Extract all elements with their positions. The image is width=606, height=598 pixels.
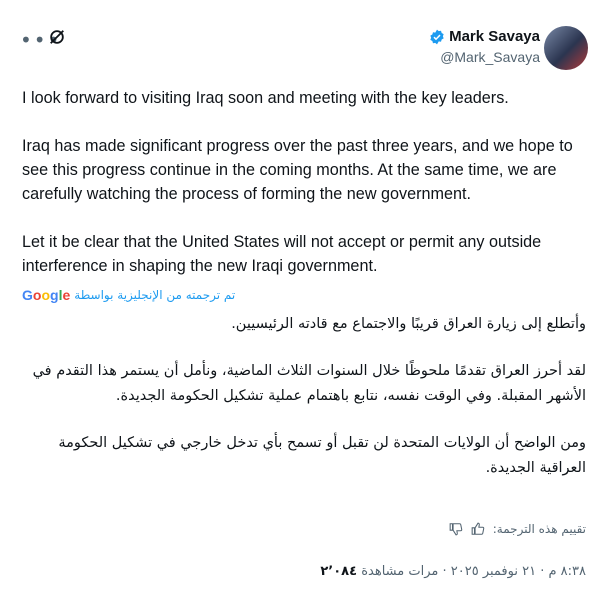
translation-credit-label: تم ترجمته من الإنجليزية بواسطة	[74, 288, 236, 302]
tweet-paragraph-2: Iraq has made significant progress over …	[22, 137, 573, 203]
rate-translation-label: تقييم هذه الترجمة:	[492, 522, 586, 536]
timestamp[interactable]: ٨:٣٨ م · ٢١ نوفمبر ٢٠٢٥ ·	[442, 564, 586, 579]
translation-rating: تقييم هذه الترجمة:	[449, 522, 586, 536]
tweet-metadata: ٨:٣٨ م · ٢١ نوفمبر ٢٠٢٥ · مرات مشاهدة ٢٬…	[320, 564, 586, 579]
translated-paragraph-2: لقد أحرز العراق تقدمًا ملحوظًا خلال السن…	[32, 363, 586, 404]
thumbs-down-icon[interactable]	[449, 522, 463, 536]
google-logo: Google	[22, 287, 71, 303]
translated-paragraph-1: وأتطلع إلى زيارة العراق قريبًا والاجتماع…	[231, 316, 586, 332]
tweet-paragraph-3: Let it be clear that the United States w…	[22, 233, 542, 275]
translated-paragraph-3: ومن الواضح أن الولايات المتحدة لن تقبل أ…	[58, 435, 586, 476]
verified-badge-icon	[430, 29, 444, 44]
grok-icon[interactable]	[48, 28, 66, 46]
avatar[interactable]	[544, 26, 588, 70]
author-block[interactable]: Mark Savaya @Mark_Savaya	[429, 28, 540, 65]
thumbs-up-icon[interactable]	[471, 522, 485, 536]
views-label: مرات مشاهدة	[361, 564, 439, 579]
tweet-text: I look forward to visiting Iraq soon and…	[22, 86, 592, 302]
author-name[interactable]: Mark Savaya	[449, 28, 540, 45]
translation-credit[interactable]: تم ترجمته من الإنجليزية بواسطة Google	[22, 287, 235, 303]
translated-text: وأتطلع إلى زيارة العراق قريبًا والاجتماع…	[20, 312, 586, 503]
tweet-header: ••• Mark Savaya @Mark_Savaya	[0, 24, 606, 74]
tweet-paragraph-1: I look forward to visiting Iraq soon and…	[22, 89, 509, 107]
views-count: ٢٬٠٨٤	[320, 564, 358, 579]
author-handle[interactable]: @Mark_Savaya	[429, 49, 540, 65]
author-name-row[interactable]: Mark Savaya	[429, 28, 540, 45]
